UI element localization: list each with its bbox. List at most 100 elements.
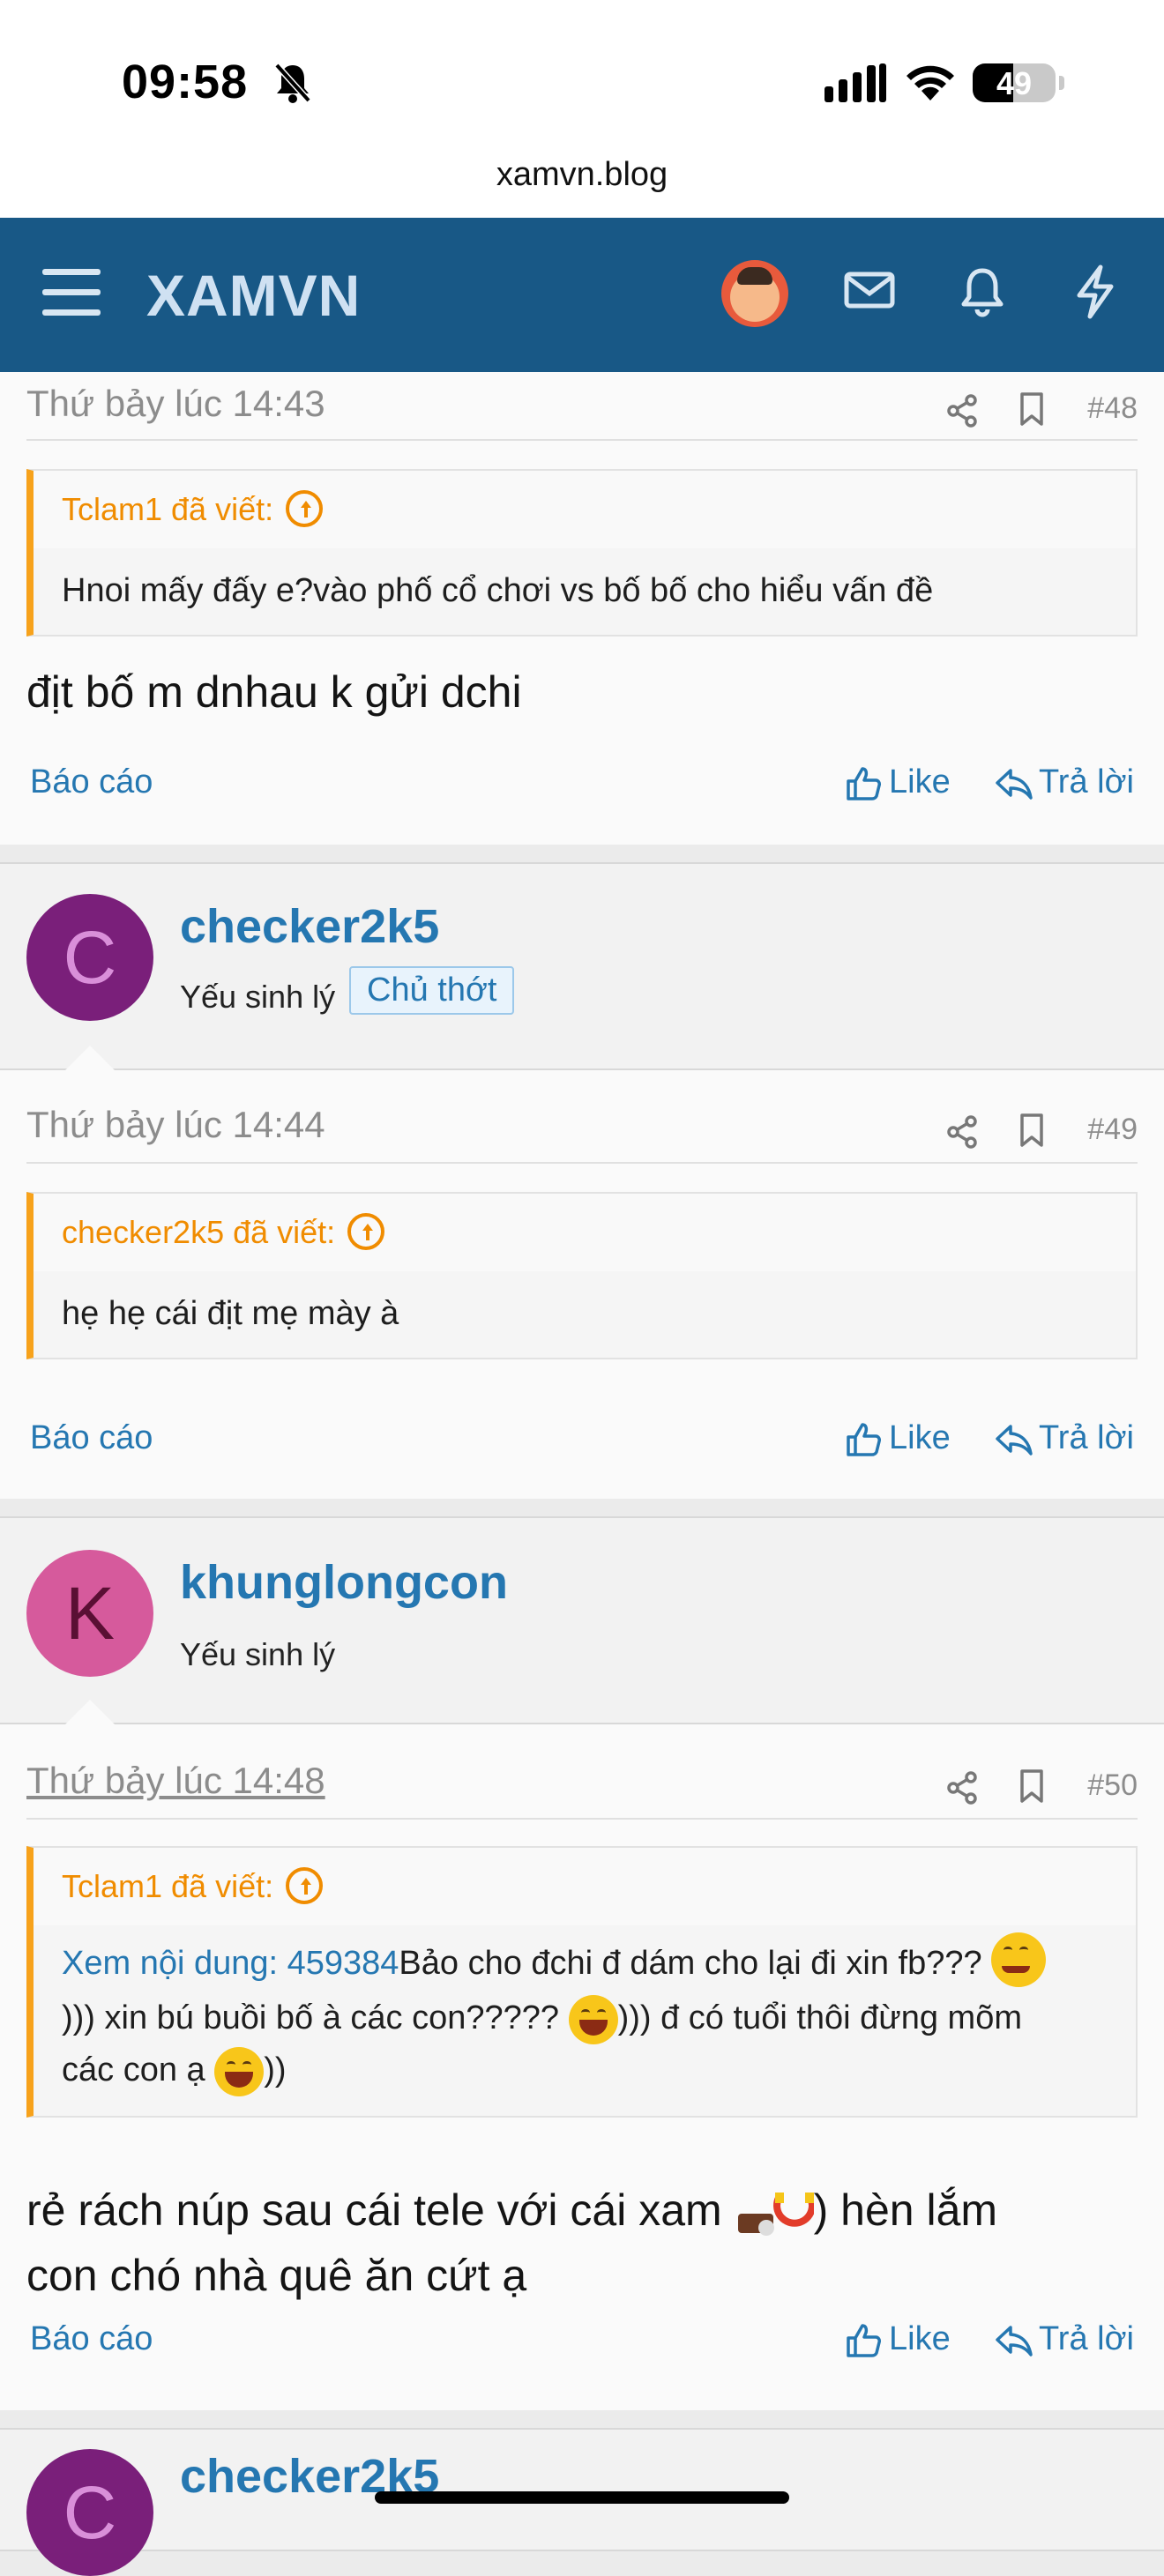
quote-header[interactable]: Tclam1 đã viết:	[34, 1848, 1136, 1925]
quote-author: Tclam1 đã viết:	[62, 491, 274, 527]
post-separator	[0, 1499, 1164, 1516]
like-icon	[847, 2324, 881, 2357]
status-time: 09:58	[122, 56, 249, 108]
url-bar[interactable]: xamvn.blog	[0, 154, 1164, 218]
reply-icon	[996, 1425, 1033, 1456]
reply-icon	[996, 769, 1033, 800]
report-button[interactable]: Báo cáo	[30, 1419, 153, 1457]
quote-block: checker2k5 đã viết: hẹ hẹ cái địt mẹ mày…	[26, 1192, 1138, 1359]
avatar[interactable]	[721, 260, 788, 327]
message-line: ) hèn lắm	[813, 2185, 998, 2235]
quote-up-icon[interactable]	[286, 490, 324, 528]
user-title: Yếu sinh lý	[180, 1636, 336, 1672]
sticker-icon	[735, 2187, 816, 2240]
post-time[interactable]: Thứ bảy lúc 14:44	[26, 1104, 325, 1146]
quote-line: ))	[264, 2051, 287, 2088]
username[interactable]: khunglongcon	[180, 1555, 508, 1610]
divider	[26, 439, 1138, 441]
quote-author: Tclam1 đã viết:	[62, 1868, 274, 1904]
divider	[26, 1818, 1138, 1820]
thread-starter-badge: Chủ thớt	[349, 966, 515, 1015]
post-number[interactable]: #48	[1087, 391, 1138, 426]
message-line: con chó nhà quê ăn cứt ạ	[26, 2251, 527, 2300]
report-button[interactable]: Báo cáo	[30, 2320, 153, 2358]
battery-indicator: 49	[973, 63, 1064, 102]
quote-line: Bảo cho đchi đ dám cho lại đi xin fb???	[399, 1945, 982, 1983]
message-line: rẻ rách núp sau cái tele với cái xam	[26, 2185, 722, 2235]
post-author-block: C checker2k5	[0, 2428, 1164, 2576]
post-author-block: K khunglongcon Yếu sinh lý	[0, 1516, 1164, 1726]
url-text: xamvn.blog	[496, 156, 668, 193]
post-time[interactable]: Thứ bảy lúc 14:48	[26, 1760, 325, 1802]
post-message: rẻ rách núp sau cái tele với cái xam ) h…	[26, 2178, 1138, 2308]
avatar[interactable]: C	[26, 2449, 153, 2576]
bell-icon[interactable]	[956, 264, 1009, 320]
share-icon[interactable]	[945, 1114, 979, 1150]
laughing-emoji-icon	[214, 2046, 265, 2096]
site-logo[interactable]: XAMVN	[146, 262, 361, 329]
share-icon[interactable]	[945, 393, 979, 428]
post-meta-actions: #48	[926, 388, 1138, 432]
quote-line: các con ạ	[62, 2051, 205, 2088]
quote-text: Xem nội dung: 459384Bảo cho đchi đ dám c…	[34, 1925, 1136, 2116]
quote-block: Tclam1 đã viết: Xem nội dung: 459384Bảo …	[26, 1846, 1138, 2118]
quote-up-icon[interactable]	[286, 1867, 324, 1905]
post-separator	[0, 2410, 1164, 2428]
avatar[interactable]: K	[26, 1550, 153, 1677]
bookmark-icon[interactable]	[1018, 1113, 1046, 1148]
bookmark-icon[interactable]	[1018, 1768, 1046, 1804]
share-icon[interactable]	[945, 1770, 979, 1805]
username[interactable]: checker2k5	[180, 899, 439, 954]
post-message: địt bố m dnhau k gửi dchi	[26, 667, 522, 717]
like-icon	[847, 767, 881, 800]
post-48: Thứ bảy lúc 14:43 #48 Tclam1 đã viết: Hn…	[0, 372, 1164, 845]
like-label: Like	[889, 2320, 951, 2357]
post-meta-actions: #50	[926, 1765, 1138, 1809]
laughing-emoji-icon	[568, 1994, 618, 2044]
like-icon	[847, 1423, 881, 1456]
speech-pointer	[63, 1700, 116, 1726]
post-actions: Báo cáo Like Trả lời	[0, 763, 1164, 816]
reply-label: Trả lời	[1039, 1419, 1134, 1456]
reply-icon	[996, 2326, 1033, 2356]
bookmark-icon[interactable]	[1018, 391, 1046, 427]
divider	[26, 1162, 1138, 1164]
post-separator	[0, 845, 1164, 862]
status-bar: 09:58 49	[0, 0, 1164, 154]
quote-line: ))) xin bú buồi bố à các con?????	[62, 1999, 560, 2036]
post-number[interactable]: #49	[1087, 1113, 1138, 1147]
post-time[interactable]: Thứ bảy lúc 14:43	[26, 383, 325, 425]
quote-header[interactable]: checker2k5 đã viết:	[34, 1194, 1136, 1271]
avatar[interactable]: C	[26, 894, 153, 1021]
post-actions: Báo cáo Like Trả lời	[0, 2320, 1164, 2373]
reply-label: Trả lời	[1039, 763, 1134, 800]
app-header: XAMVN	[0, 218, 1164, 372]
quote-up-icon[interactable]	[347, 1213, 385, 1251]
quote-line: ))) đ có tuổi thôi đừng mõm	[617, 1999, 1022, 2036]
speech-pointer	[63, 1046, 116, 1072]
post-meta-actions: #49	[926, 1109, 1138, 1153]
bolt-icon[interactable]	[1071, 264, 1120, 320]
home-indicator[interactable]	[375, 2491, 789, 2504]
wifi-icon	[907, 65, 954, 101]
post-number[interactable]: #50	[1087, 1768, 1138, 1803]
quote-block: Tclam1 đã viết: Hnoi mấy đấy e?vào phố c…	[26, 469, 1138, 637]
view-content-link[interactable]: Xem nội dung: 459384	[62, 1945, 399, 1982]
battery-level: 49	[996, 65, 1033, 101]
reply-label: Trả lời	[1039, 2320, 1134, 2357]
report-button[interactable]: Báo cáo	[30, 763, 153, 801]
wink-emoji-icon	[991, 1932, 1047, 1987]
post-actions: Báo cáo Like Trả lời	[0, 1419, 1164, 1472]
signal-icon	[824, 63, 886, 102]
menu-icon[interactable]	[42, 269, 101, 318]
post-50: Thứ bảy lúc 14:48 #50 Tclam1 đã viết: Xe…	[0, 1724, 1164, 2410]
quote-text: hẹ hẹ cái địt mẹ mày à	[62, 1295, 399, 1332]
quote-text: Hnoi mấy đấy e?vào phố cổ chơi vs bố bố …	[62, 572, 934, 609]
like-label: Like	[889, 763, 951, 800]
mail-icon[interactable]	[843, 264, 896, 316]
quote-header[interactable]: Tclam1 đã viết:	[34, 471, 1136, 548]
post-author-block: C checker2k5 Yếu sinh lý Chủ thớt	[0, 862, 1164, 1072]
bell-off-icon	[274, 63, 311, 103]
user-title: Yếu sinh lý	[180, 979, 336, 1015]
like-label: Like	[889, 1419, 951, 1456]
